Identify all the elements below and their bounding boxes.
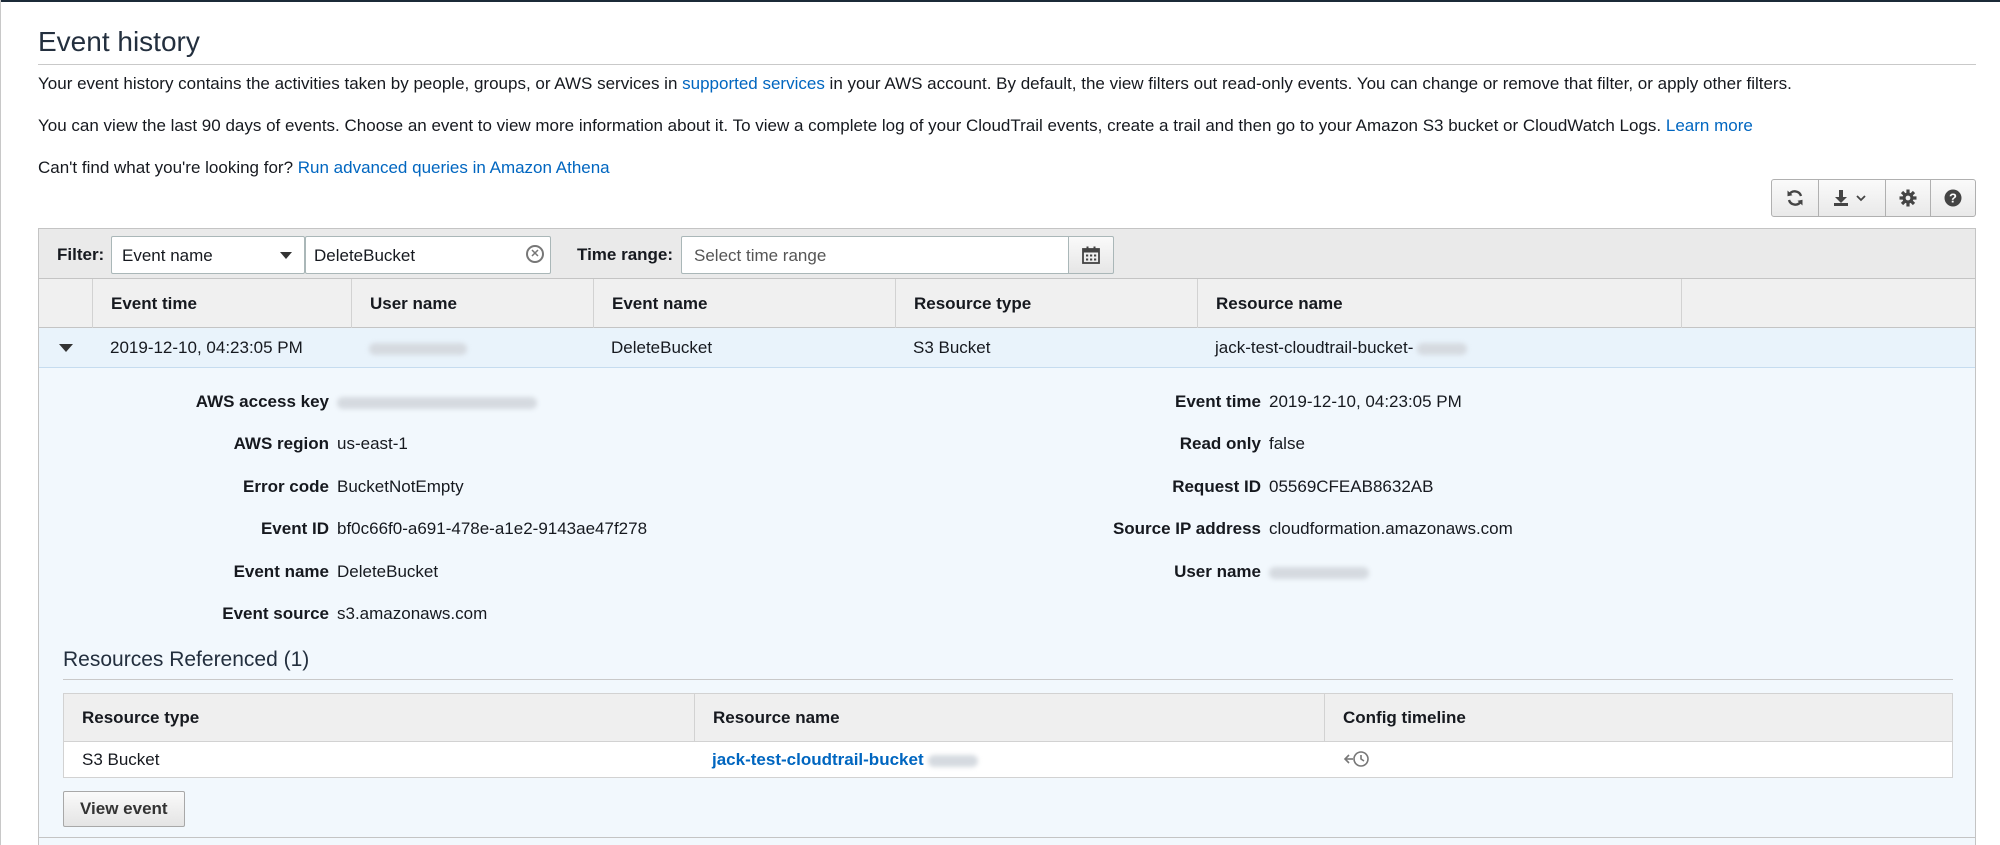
- row-resource-type: S3 Bucket: [913, 338, 991, 357]
- resource-name-cell: jack-test-cloudtrail-bucket: [694, 742, 996, 777]
- row-event-time: 2019-12-10, 04:23:05 PM: [110, 338, 303, 357]
- row-user-name: [351, 328, 485, 368]
- intro-text-after: in your AWS account. By default, the vie…: [824, 74, 1792, 93]
- resources-table-header: Resource type Resource name Config timel…: [63, 693, 1953, 742]
- help-icon: ?: [1944, 189, 1962, 207]
- calendar-button[interactable]: [1068, 236, 1114, 274]
- row-resource-name: jack-test-cloudtrail-bucket-: [1197, 328, 1485, 368]
- view-event-button[interactable]: View event: [63, 791, 185, 827]
- detail-key: Read only: [1179, 434, 1261, 453]
- time-range-label: Time range:: [577, 245, 674, 264]
- event-history-toolbar: ?: [1771, 179, 1976, 217]
- filter-value-text: DeleteBucket: [314, 246, 416, 265]
- column-resource-type[interactable]: Resource type: [895, 279, 1197, 328]
- detail-key: Request ID: [1172, 477, 1261, 496]
- filter-attribute-value: Event name: [122, 246, 213, 265]
- resources-divider: [63, 679, 1953, 680]
- detail-key: User name: [1174, 562, 1261, 581]
- detail-value: bf0c66f0-a691-478e-a1e2-9143ae47f278: [337, 519, 648, 538]
- column-resource-name[interactable]: Resource name: [694, 694, 1324, 741]
- calendar-icon: [1082, 246, 1100, 264]
- column-extra: [1681, 279, 1975, 328]
- events-panel: Filter: Event name DeleteBucket ✕ Time r…: [38, 228, 1976, 845]
- column-resource-name[interactable]: Resource name: [1197, 279, 1681, 328]
- detail-key: AWS access key: [195, 392, 329, 411]
- settings-icon: [1899, 189, 1917, 207]
- detail-value: BucketNotEmpty: [337, 477, 464, 496]
- redacted-resource-suffix: [1417, 342, 1468, 355]
- redacted-resource-suffix: [927, 754, 978, 767]
- resources-referenced-title: Resources Referenced (1): [63, 648, 310, 671]
- collapse-row-button[interactable]: [39, 328, 92, 368]
- redacted-user-name: [369, 342, 467, 355]
- panel-divider: [39, 837, 1975, 838]
- supported-services-link[interactable]: supported services: [682, 74, 825, 93]
- info-text: You can view the last 90 days of events.…: [38, 116, 1666, 135]
- caret-down-icon: [58, 344, 73, 352]
- title-divider: [38, 64, 1976, 65]
- filter-bar: Filter: Event name DeleteBucket ✕ Time r…: [39, 229, 1975, 279]
- detail-key: Event source: [222, 604, 329, 623]
- filter-label: Filter:: [57, 245, 105, 264]
- detail-key: Event time: [1175, 392, 1261, 411]
- detail-key: Error code: [243, 477, 329, 496]
- table-row: S3 Bucket jack-test-cloudtrail-bucket: [63, 742, 1953, 778]
- help-button[interactable]: ?: [1930, 179, 1976, 217]
- filter-value-input[interactable]: DeleteBucket ✕: [305, 236, 551, 274]
- download-button[interactable]: [1818, 179, 1886, 217]
- intro-text-before: Your event history contains the activiti…: [38, 74, 683, 93]
- top-border: [0, 0, 2000, 2]
- detail-value: 2019-12-10, 04:23:05 PM: [1269, 392, 1462, 411]
- detail-value: false: [1269, 434, 1305, 453]
- help-paragraph: Can't find what you're looking for? Run …: [38, 158, 610, 178]
- config-timeline-icon[interactable]: [1342, 749, 1372, 774]
- page-title: Event history: [38, 26, 200, 57]
- table-row[interactable]: 2019-12-10, 04:23:05 PM DeleteBucket S3 …: [39, 328, 1975, 368]
- resource-name-link[interactable]: jack-test-cloudtrail-bucket: [712, 750, 924, 769]
- intro-paragraph: Your event history contains the activiti…: [38, 74, 1792, 94]
- column-config-timeline[interactable]: Config timeline: [1324, 694, 1952, 741]
- detail-value: s3.amazonaws.com: [337, 604, 488, 623]
- clear-icon[interactable]: ✕: [526, 245, 544, 263]
- download-icon: [1834, 190, 1866, 206]
- detail-value: [337, 392, 537, 412]
- resource-type-cell: S3 Bucket: [82, 750, 160, 769]
- left-border: [0, 0, 1, 845]
- events-table-header: Event time User name Event name Resource…: [39, 279, 1975, 328]
- column-user-name[interactable]: User name: [351, 279, 593, 328]
- detail-key: Source IP address: [1112, 519, 1261, 538]
- row-event-name: DeleteBucket: [611, 338, 713, 357]
- filter-attribute-select[interactable]: Event name: [111, 236, 305, 274]
- column-event-time[interactable]: Event time: [92, 279, 351, 328]
- caret-down-icon: [280, 252, 292, 259]
- time-range-placeholder: Select time range: [694, 246, 827, 265]
- help-text: Can't find what you're looking for?: [38, 158, 298, 177]
- settings-button[interactable]: [1885, 179, 1931, 217]
- detail-key: AWS region: [233, 434, 329, 453]
- column-resource-type[interactable]: Resource type: [64, 694, 694, 741]
- info-paragraph: You can view the last 90 days of events.…: [38, 116, 1753, 136]
- row-resource-name-text: jack-test-cloudtrail-bucket-: [1215, 338, 1414, 357]
- detail-value: 05569CFEAB8632AB: [1269, 477, 1434, 496]
- svg-text:?: ?: [1949, 191, 1957, 206]
- detail-value: us-east-1: [337, 434, 408, 453]
- refresh-button[interactable]: [1771, 179, 1819, 217]
- detail-key: Event ID: [260, 519, 329, 538]
- athena-link[interactable]: Run advanced queries in Amazon Athena: [298, 158, 610, 177]
- redacted-access-key: [337, 396, 537, 409]
- learn-more-link[interactable]: Learn more: [1666, 116, 1753, 135]
- detail-value: [1269, 562, 1369, 582]
- detail-value: cloudformation.amazonaws.com: [1269, 519, 1513, 538]
- column-event-name[interactable]: Event name: [593, 279, 895, 328]
- time-range-input[interactable]: Select time range: [681, 236, 1069, 274]
- config-timeline-cell: [1324, 742, 1390, 777]
- redacted-user-name: [1269, 566, 1369, 579]
- refresh-icon: [1787, 190, 1803, 206]
- detail-key: Event name: [233, 562, 329, 581]
- detail-value: DeleteBucket: [337, 562, 439, 581]
